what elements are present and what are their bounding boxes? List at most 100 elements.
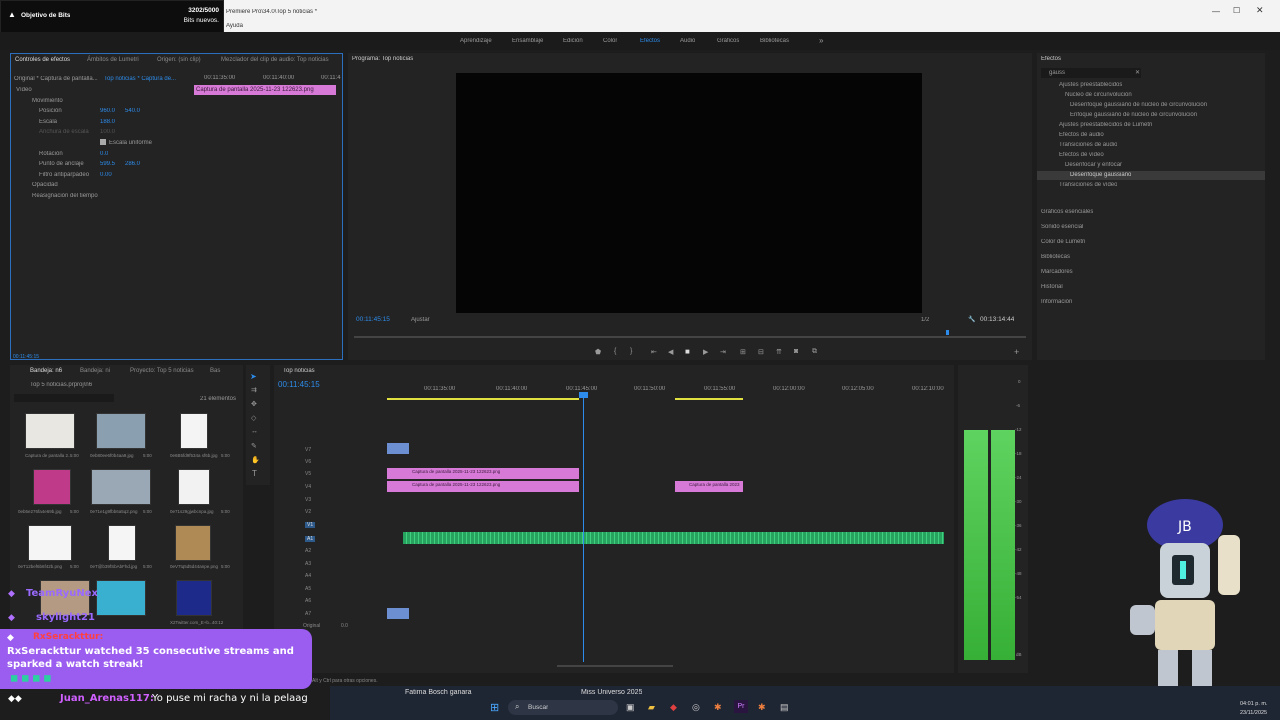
taskbar-search[interactable]: ⌕ Buscar xyxy=(508,700,618,715)
program-playhead[interactable] xyxy=(946,330,949,335)
thumb-0[interactable] xyxy=(25,413,75,449)
tab-bas[interactable]: Bas xyxy=(210,368,220,374)
tree-item-2[interactable]: Desenfoque gaussiano de núcleo de circun… xyxy=(1070,102,1207,108)
track-a5[interactable]: A5 xyxy=(305,586,311,592)
work-area-bar-2[interactable] xyxy=(675,398,743,400)
step-back-icon[interactable]: ◀ xyxy=(668,348,673,356)
track-a7[interactable]: A7 xyxy=(305,611,311,617)
camera-icon[interactable]: ◙ xyxy=(794,348,798,355)
thumb-11[interactable] xyxy=(176,580,212,616)
close-icon[interactable]: ✕ xyxy=(1256,5,1264,16)
section-marcadores[interactable]: Marcadores xyxy=(1041,269,1073,275)
flicker-value[interactable]: 0.00 xyxy=(100,172,112,178)
timeline-tab[interactable]: Top noticias xyxy=(283,368,315,374)
wrench-icon[interactable]: 🔧 xyxy=(968,316,975,323)
program-timecode[interactable]: 00:11:45:15 xyxy=(356,316,390,323)
news-headline-1[interactable]: Fatima Bosch ganara xyxy=(405,689,472,696)
uniform-scale-checkbox[interactable] xyxy=(100,139,106,145)
ws-color[interactable]: Color xyxy=(603,38,617,44)
scale-value[interactable]: 188.0 xyxy=(100,119,115,125)
track-v4[interactable]: V4 xyxy=(305,484,311,490)
chrome-icon[interactable]: ◎ xyxy=(692,702,700,713)
tree-item-0[interactable]: Ajustes preestablecidos xyxy=(1059,82,1122,88)
tab-project[interactable]: Proyecto: Top 5 noticias xyxy=(130,368,194,374)
thumb-7[interactable] xyxy=(108,525,136,561)
master-value[interactable]: 0.0 xyxy=(341,623,348,629)
tree-item-3[interactable]: Enfoque gaussiano de núcleo de circunvol… xyxy=(1070,112,1197,118)
ripple-icon[interactable]: ✥ xyxy=(251,400,257,408)
track-v2[interactable]: V2 xyxy=(305,509,311,515)
tab-bin-ni[interactable]: Bandeja: ni xyxy=(80,368,110,374)
tree-item-7[interactable]: Efectos de vídeo xyxy=(1059,152,1104,158)
fit-dropdown[interactable]: Ajustar xyxy=(411,317,430,323)
clip-a7[interactable] xyxy=(387,608,409,619)
windows-start-icon[interactable]: ⊞ xyxy=(490,701,499,714)
task-view-icon[interactable]: ▣ xyxy=(626,702,635,713)
insert-icon[interactable]: ⊞ xyxy=(740,348,746,356)
track-a4[interactable]: A4 xyxy=(305,573,311,579)
overwrite-icon[interactable]: ⊟ xyxy=(758,348,764,356)
track-v3[interactable]: V3 xyxy=(305,497,311,503)
track-v5[interactable]: V5 xyxy=(305,471,311,477)
anchor-y-value[interactable]: 286.0 xyxy=(125,161,140,167)
ec-timecode[interactable]: 00:11:45:15 xyxy=(13,354,39,360)
clear-search-icon[interactable]: ✕ xyxy=(1135,69,1140,76)
project-search-input[interactable] xyxy=(14,394,114,402)
thumb-5[interactable] xyxy=(178,469,210,505)
hand-icon[interactable]: ✋ xyxy=(251,456,260,464)
tree-item-5[interactable]: Efectos de audio xyxy=(1059,132,1104,138)
track-v7[interactable]: V7 xyxy=(305,447,311,453)
audio-clip-a1[interactable] xyxy=(403,532,944,544)
menu-help[interactable]: Ayuda xyxy=(226,23,243,29)
program-scrubber[interactable] xyxy=(354,336,1026,338)
tab-source[interactable]: Origen: (sin clip) xyxy=(157,57,201,63)
clip-v5[interactable]: Captura de pantalla 2025-11-23 122623.pn… xyxy=(387,468,579,479)
brave-icon[interactable]: ◆ xyxy=(670,702,677,713)
resolution-dropdown[interactable]: 1/2 xyxy=(921,317,929,323)
clip-v4[interactable]: Captura de pantalla 2025-11-23 122623.pn… xyxy=(387,481,579,492)
thumb-4[interactable] xyxy=(91,469,151,505)
ws-ensamblaje[interactable]: Ensamblaje xyxy=(512,38,543,44)
track-select-icon[interactable]: ⇉ xyxy=(251,386,257,394)
playhead-handle[interactable] xyxy=(579,392,588,398)
clock-date[interactable]: 23/11/2025 xyxy=(1240,710,1267,716)
rotation-value[interactable]: 0.0 xyxy=(100,151,108,157)
minimize-icon[interactable]: — xyxy=(1212,7,1220,16)
track-a2[interactable]: A2 xyxy=(305,548,311,554)
premiere-icon[interactable]: Pr xyxy=(734,700,748,713)
thumb-8[interactable] xyxy=(175,525,211,561)
mark-in-icon[interactable]: { xyxy=(614,348,616,355)
clip-v4-2[interactable]: Captura de pantalla 2023 xyxy=(675,481,743,492)
tree-item-6[interactable]: Transiciones de audio xyxy=(1059,142,1117,148)
track-v6[interactable]: V6 xyxy=(305,459,311,465)
tab-audio-mixer[interactable]: Mezclador del clip de audio: Top noticia… xyxy=(221,57,329,63)
section-graficos[interactable]: Gráficos esenciales xyxy=(1041,209,1093,215)
track-v1[interactable]: V1 xyxy=(305,522,316,528)
sequence-dropdown[interactable]: Top noticias * Captura de... xyxy=(104,76,184,82)
marker-icon[interactable]: ⬟ xyxy=(595,348,601,356)
playhead[interactable] xyxy=(583,394,584,662)
ws-graficos[interactable]: Gráficos xyxy=(717,38,739,44)
go-to-in-icon[interactable]: ⇤ xyxy=(651,348,657,356)
news-headline-2[interactable]: Miss Universo 2025 xyxy=(581,689,642,696)
stop-icon[interactable]: ■ xyxy=(685,347,690,356)
position-x-value[interactable]: 960.0 xyxy=(100,108,115,114)
section-informacion[interactable]: Información xyxy=(1041,299,1072,305)
tree-item-10[interactable]: Transiciones de vídeo xyxy=(1059,182,1117,188)
section-sonido[interactable]: Sonido esencial xyxy=(1041,224,1083,230)
tab-lumetri-scopes[interactable]: Ámbitos de Lumetri xyxy=(87,57,139,63)
position-y-value[interactable]: 540.0 xyxy=(125,108,140,114)
track-a1[interactable]: A1 xyxy=(305,536,316,542)
ws-efectos[interactable]: Efectos xyxy=(640,38,660,44)
tab-effect-controls[interactable]: Controles de efectos xyxy=(15,57,70,63)
mark-out-icon[interactable]: } xyxy=(630,348,632,355)
tree-item-4[interactable]: Ajustes preestablecidos de Lumetri xyxy=(1059,122,1152,128)
tree-item-1[interactable]: Núcleo de circunvolución xyxy=(1065,92,1132,98)
step-forward-icon[interactable]: ▶ xyxy=(703,348,708,356)
compare-icon[interactable]: ⧉ xyxy=(812,348,817,356)
ws-edicion[interactable]: Edición xyxy=(563,38,583,44)
section-color[interactable]: Color de Lumetri xyxy=(1041,239,1085,245)
app-icon-2[interactable]: ✱ xyxy=(758,702,766,713)
ws-audio[interactable]: Audio xyxy=(680,38,695,44)
file-explorer-icon[interactable]: ▰ xyxy=(648,702,655,713)
